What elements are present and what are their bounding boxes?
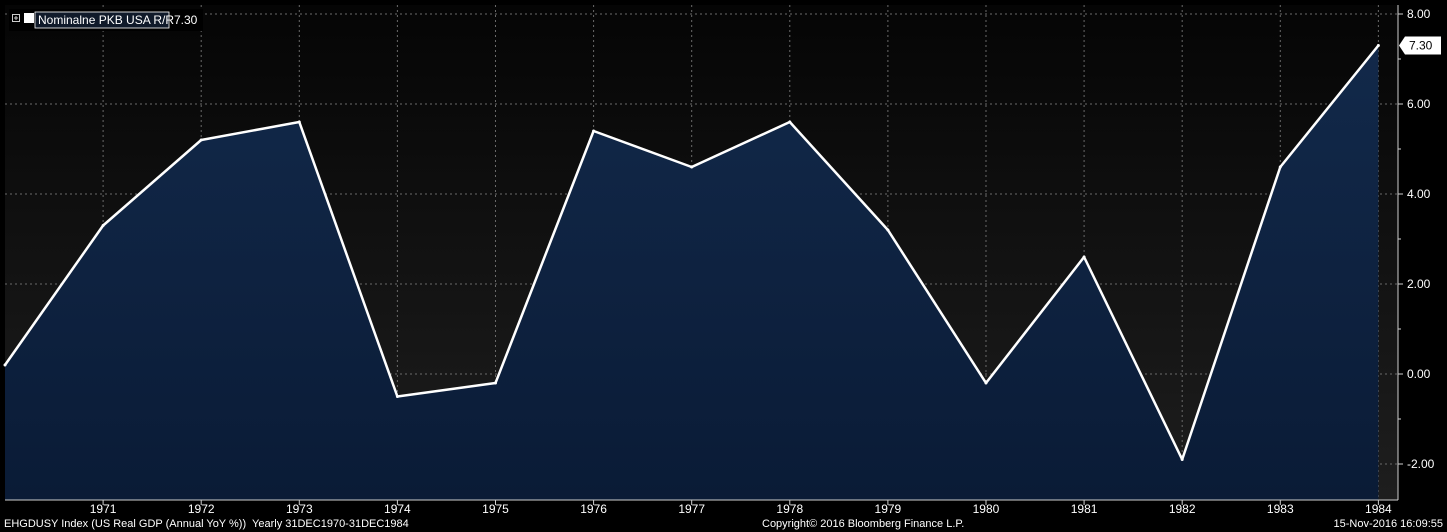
y-tick-label: 2.00: [1407, 277, 1431, 291]
data-point: [1278, 165, 1282, 169]
data-point: [690, 165, 694, 169]
x-tick-label: 1975: [482, 502, 509, 516]
y-tick-label: -2.00: [1407, 457, 1435, 471]
x-tick-label: 1980: [973, 502, 1000, 516]
y-tick-label: 4.00: [1407, 187, 1431, 201]
data-point: [984, 381, 988, 385]
x-tick-label: 1973: [286, 502, 313, 516]
x-tick-label: 1971: [90, 502, 117, 516]
x-tick-label: 1974: [384, 502, 411, 516]
footer-index-description: EHGDUSY Index (US Real GDP (Annual YoY %…: [4, 518, 409, 530]
data-point: [1376, 44, 1380, 47]
y-tick-label: 8.00: [1407, 7, 1431, 21]
data-point: [199, 138, 203, 142]
x-tick-label: 1981: [1071, 502, 1098, 516]
x-tick-label: 1983: [1267, 502, 1294, 516]
data-point: [395, 395, 399, 398]
area-chart: 8.00 6.00 4.00 2.00 0.00 -2.00 1971 1972 1973 197…: [3, 5, 1443, 530]
x-tick-label: 1972: [188, 502, 215, 516]
data-point: [493, 381, 497, 385]
x-tick-label: 1976: [580, 502, 607, 516]
chart-container: 8.00 6.00 4.00 2.00 0.00 -2.00 1971 1972 1973 197…: [0, 0, 1447, 532]
x-tick-label: 1978: [776, 502, 803, 516]
chart-footer: EHGDUSY Index (US Real GDP (Annual YoY %…: [4, 518, 1443, 530]
x-tick-label: 1979: [875, 502, 902, 516]
data-point: [592, 129, 596, 133]
legend-series-swatch: [24, 13, 34, 23]
data-point: [1180, 458, 1184, 461]
legend-last-value: 7.30: [174, 13, 198, 27]
data-point: [3, 363, 7, 367]
data-point: [788, 120, 792, 124]
footer-copyright: Copyright© 2016 Bloomberg Finance L.P.: [762, 518, 964, 530]
x-tick-label: 1977: [678, 502, 705, 516]
legend-series-name: Nominalne PKB USA R/R: [38, 13, 174, 27]
y-tick-label: 6.00: [1407, 97, 1431, 111]
data-point: [101, 224, 105, 227]
data-point: [297, 120, 301, 124]
footer-timestamp: 15-Nov-2016 16:09:55: [1334, 518, 1443, 530]
data-point: [1082, 255, 1086, 259]
last-value-label: 7.30: [1409, 39, 1433, 53]
legend: Nominalne PKB USA R/R 7.30: [9, 9, 203, 31]
data-point: [886, 228, 890, 232]
x-tick-label: 1982: [1169, 502, 1196, 516]
x-tick-label: 1984: [1365, 502, 1392, 516]
y-tick-label: 0.00: [1407, 367, 1431, 381]
